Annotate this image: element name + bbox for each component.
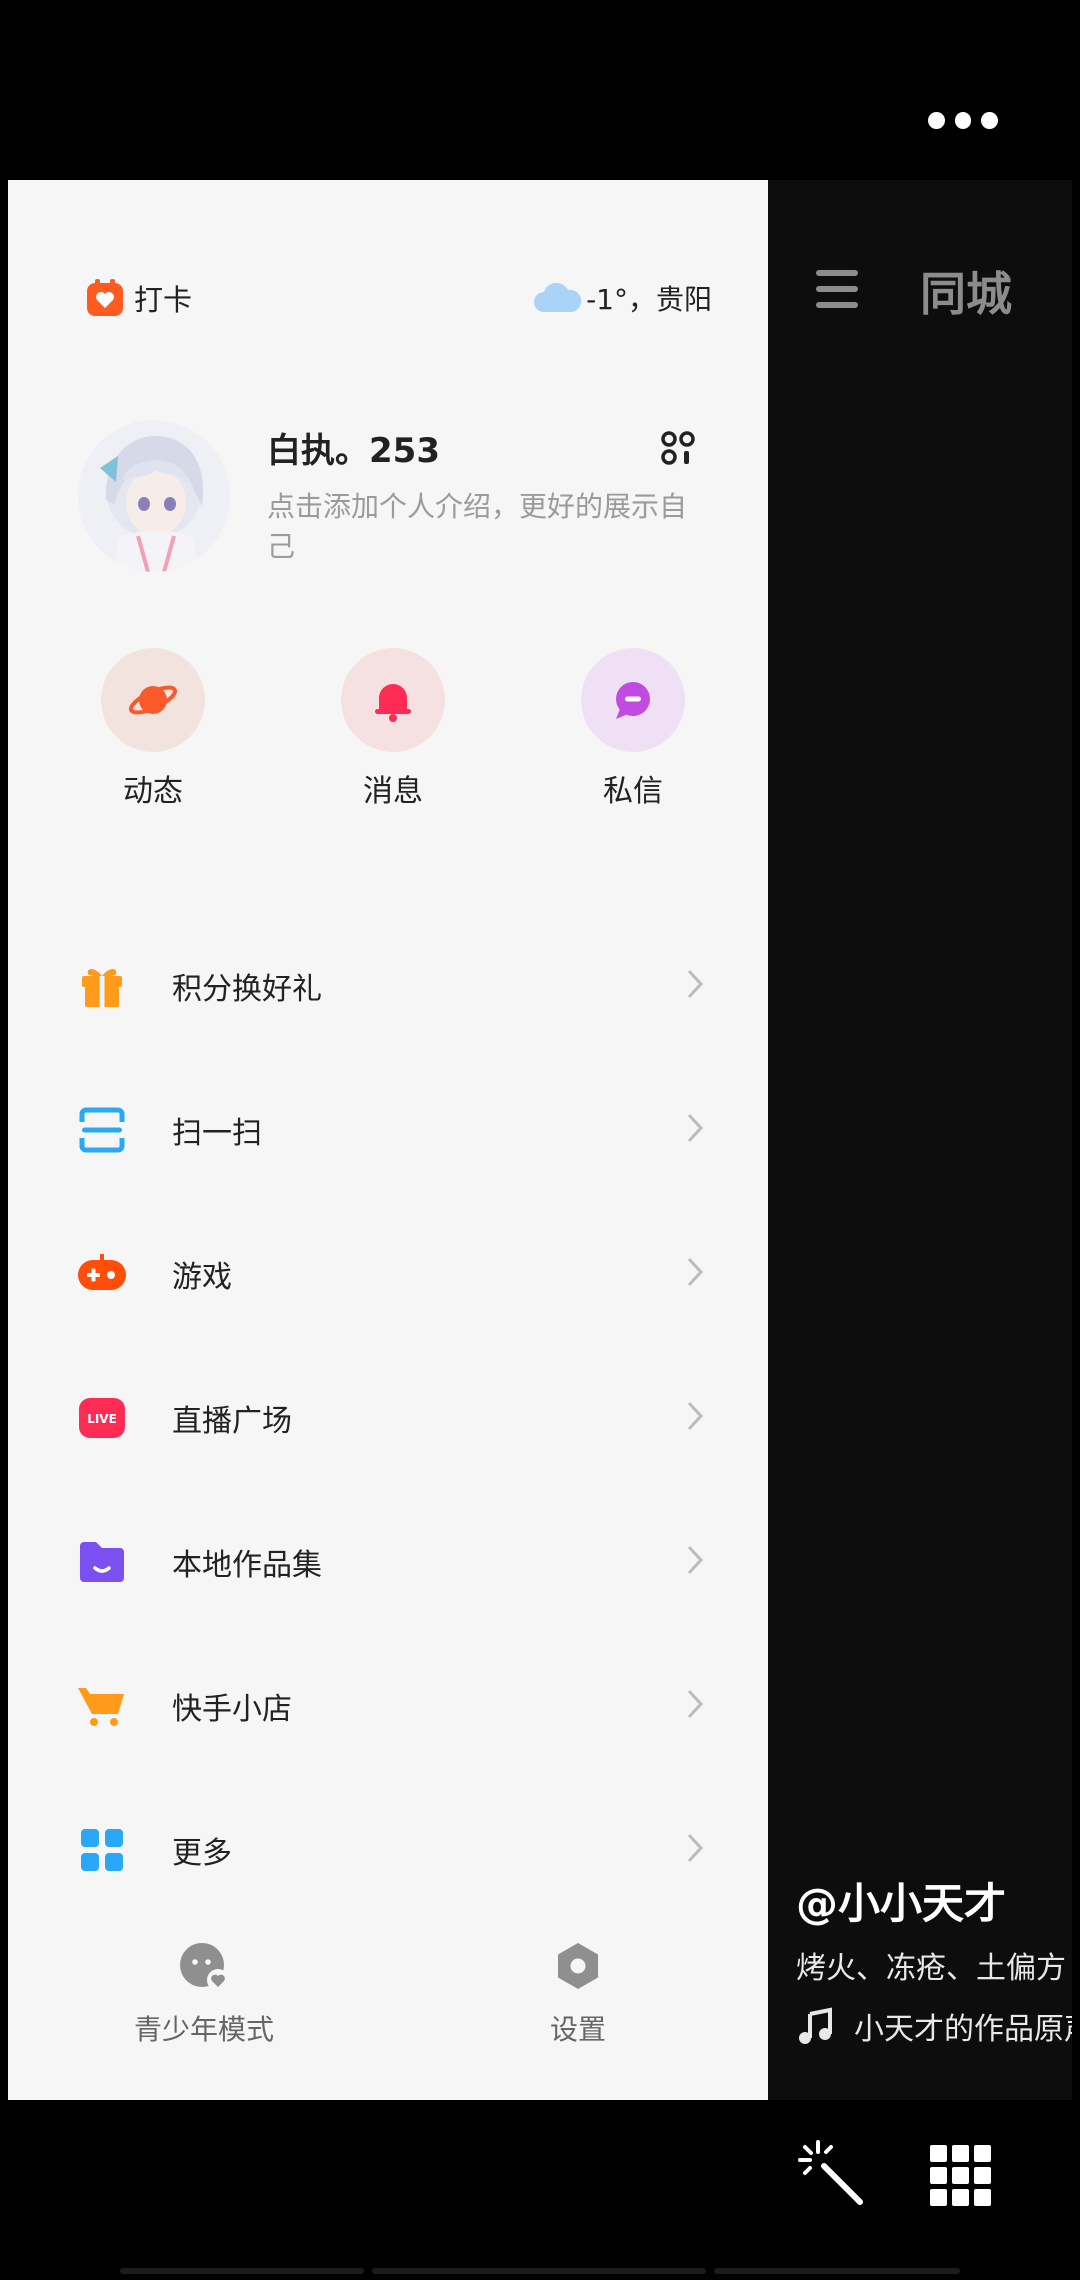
video-music[interactable]: 小天才的作品原声: [796, 2006, 1072, 2047]
menu-item-kuaishou-shop[interactable]: 快手小店: [8, 1650, 768, 1760]
cart-icon: [78, 1688, 124, 1726]
weather-text: -1°，贵阳: [586, 283, 712, 316]
chevron-right-icon: [687, 1833, 704, 1863]
side-drawer: 打卡 -1°，贵阳 白执。253 点击添加个人介绍，更好的展示自己 动态 消息 …: [8, 180, 768, 2100]
top-status-area: [0, 0, 1080, 180]
magic-wand-icon[interactable]: [796, 2138, 868, 2210]
shortcut-private-messages[interactable]: 私信: [558, 648, 708, 810]
teen-mode-button[interactable]: 青少年模式: [124, 1940, 284, 2048]
calendar-heart-icon: [87, 279, 123, 316]
avatar-image: [78, 420, 230, 572]
gift-icon: [82, 969, 122, 1007]
shortcut-label: 私信: [603, 774, 663, 809]
settings-label: 设置: [549, 2013, 606, 2046]
menu-item-local-works[interactable]: 本地作品集: [8, 1506, 768, 1616]
live-icon: LIVE: [79, 1398, 125, 1438]
hamburger-menu-icon[interactable]: [816, 268, 858, 310]
more-options-icon[interactable]: [928, 110, 999, 130]
video-feed-preview[interactable]: 同城 @小小天才 烤火、冻疮、土偏方 小天才的作品原声: [768, 180, 1072, 2100]
shortcut-messages[interactable]: 消息: [318, 648, 468, 810]
chevron-right-icon: [687, 1545, 704, 1575]
menu-item-more[interactable]: 更多: [8, 1794, 768, 1904]
gesture-bar: [120, 2268, 960, 2276]
menu-item-points-gifts[interactable]: 积分换好礼: [8, 930, 768, 1040]
planet-icon: [128, 685, 178, 715]
shortcut-row: 动态 消息 私信: [8, 648, 768, 810]
cloud-icon: [534, 282, 582, 312]
menu-item-label: 积分换好礼: [172, 972, 322, 1007]
shortcut-circle: [101, 648, 205, 752]
menu-item-label: 快手小店: [172, 1692, 292, 1727]
chat-bubble-icon: [616, 682, 650, 719]
bottom-bar: [0, 2100, 1080, 2280]
checkin-label: 打卡: [134, 283, 193, 317]
menu-item-label: 游戏: [172, 1260, 232, 1295]
checkin-button[interactable]: 打卡: [84, 277, 192, 319]
chevron-right-icon: [687, 1401, 704, 1431]
avatar[interactable]: [78, 420, 230, 572]
screen-edge: [1072, 180, 1080, 2100]
teen-mode-face-icon: [180, 1943, 229, 1991]
grid-menu-icon[interactable]: [930, 2145, 992, 2207]
feed-header-title[interactable]: 同城: [920, 258, 1012, 324]
chevron-right-icon: [687, 1257, 704, 1287]
teen-mode-label: 青少年模式: [133, 2013, 274, 2046]
video-caption: 烤火、冻疮、土偏方: [796, 1951, 1066, 1986]
menu-item-label: 直播广场: [172, 1404, 292, 1439]
menu-item-label: 本地作品集: [172, 1548, 322, 1583]
settings-hexagon-icon: [558, 1943, 598, 1989]
shortcut-label: 动态: [123, 774, 183, 809]
folder-icon: [80, 1542, 124, 1582]
grid-apps-icon: [81, 1829, 123, 1871]
menu-item-label: 扫一扫: [172, 1116, 262, 1151]
svg-text:LIVE: LIVE: [87, 1412, 117, 1426]
shortcut-circle: [341, 648, 445, 752]
chevron-right-icon: [687, 1689, 704, 1719]
settings-button[interactable]: 设置: [528, 1940, 628, 2048]
menu-item-scan[interactable]: 扫一扫: [8, 1074, 768, 1184]
profile-bio[interactable]: 点击添加个人介绍，更好的展示自己: [267, 487, 687, 567]
menu-item-live-plaza[interactable]: LIVE 直播广场: [8, 1362, 768, 1472]
music-note-icon: [799, 2007, 832, 2044]
shortcut-moments[interactable]: 动态: [78, 648, 228, 810]
video-author[interactable]: @小小天才: [796, 1870, 1006, 1931]
chevron-right-icon: [687, 1113, 704, 1143]
shortcut-circle: [581, 648, 685, 752]
bell-icon: [375, 684, 411, 722]
profile-card-icon[interactable]: [660, 430, 696, 466]
gamepad-icon: [78, 1254, 126, 1290]
music-title: 小天才的作品原声: [854, 2012, 1072, 2047]
menu-item-games[interactable]: 游戏: [8, 1218, 768, 1328]
menu-item-label: 更多: [172, 1836, 232, 1871]
weather-widget[interactable]: -1°，贵阳: [532, 277, 712, 319]
shortcut-label: 消息: [363, 774, 423, 809]
profile-username[interactable]: 白执。253: [267, 423, 440, 472]
chevron-right-icon: [687, 969, 704, 999]
scan-icon: [79, 1107, 125, 1153]
